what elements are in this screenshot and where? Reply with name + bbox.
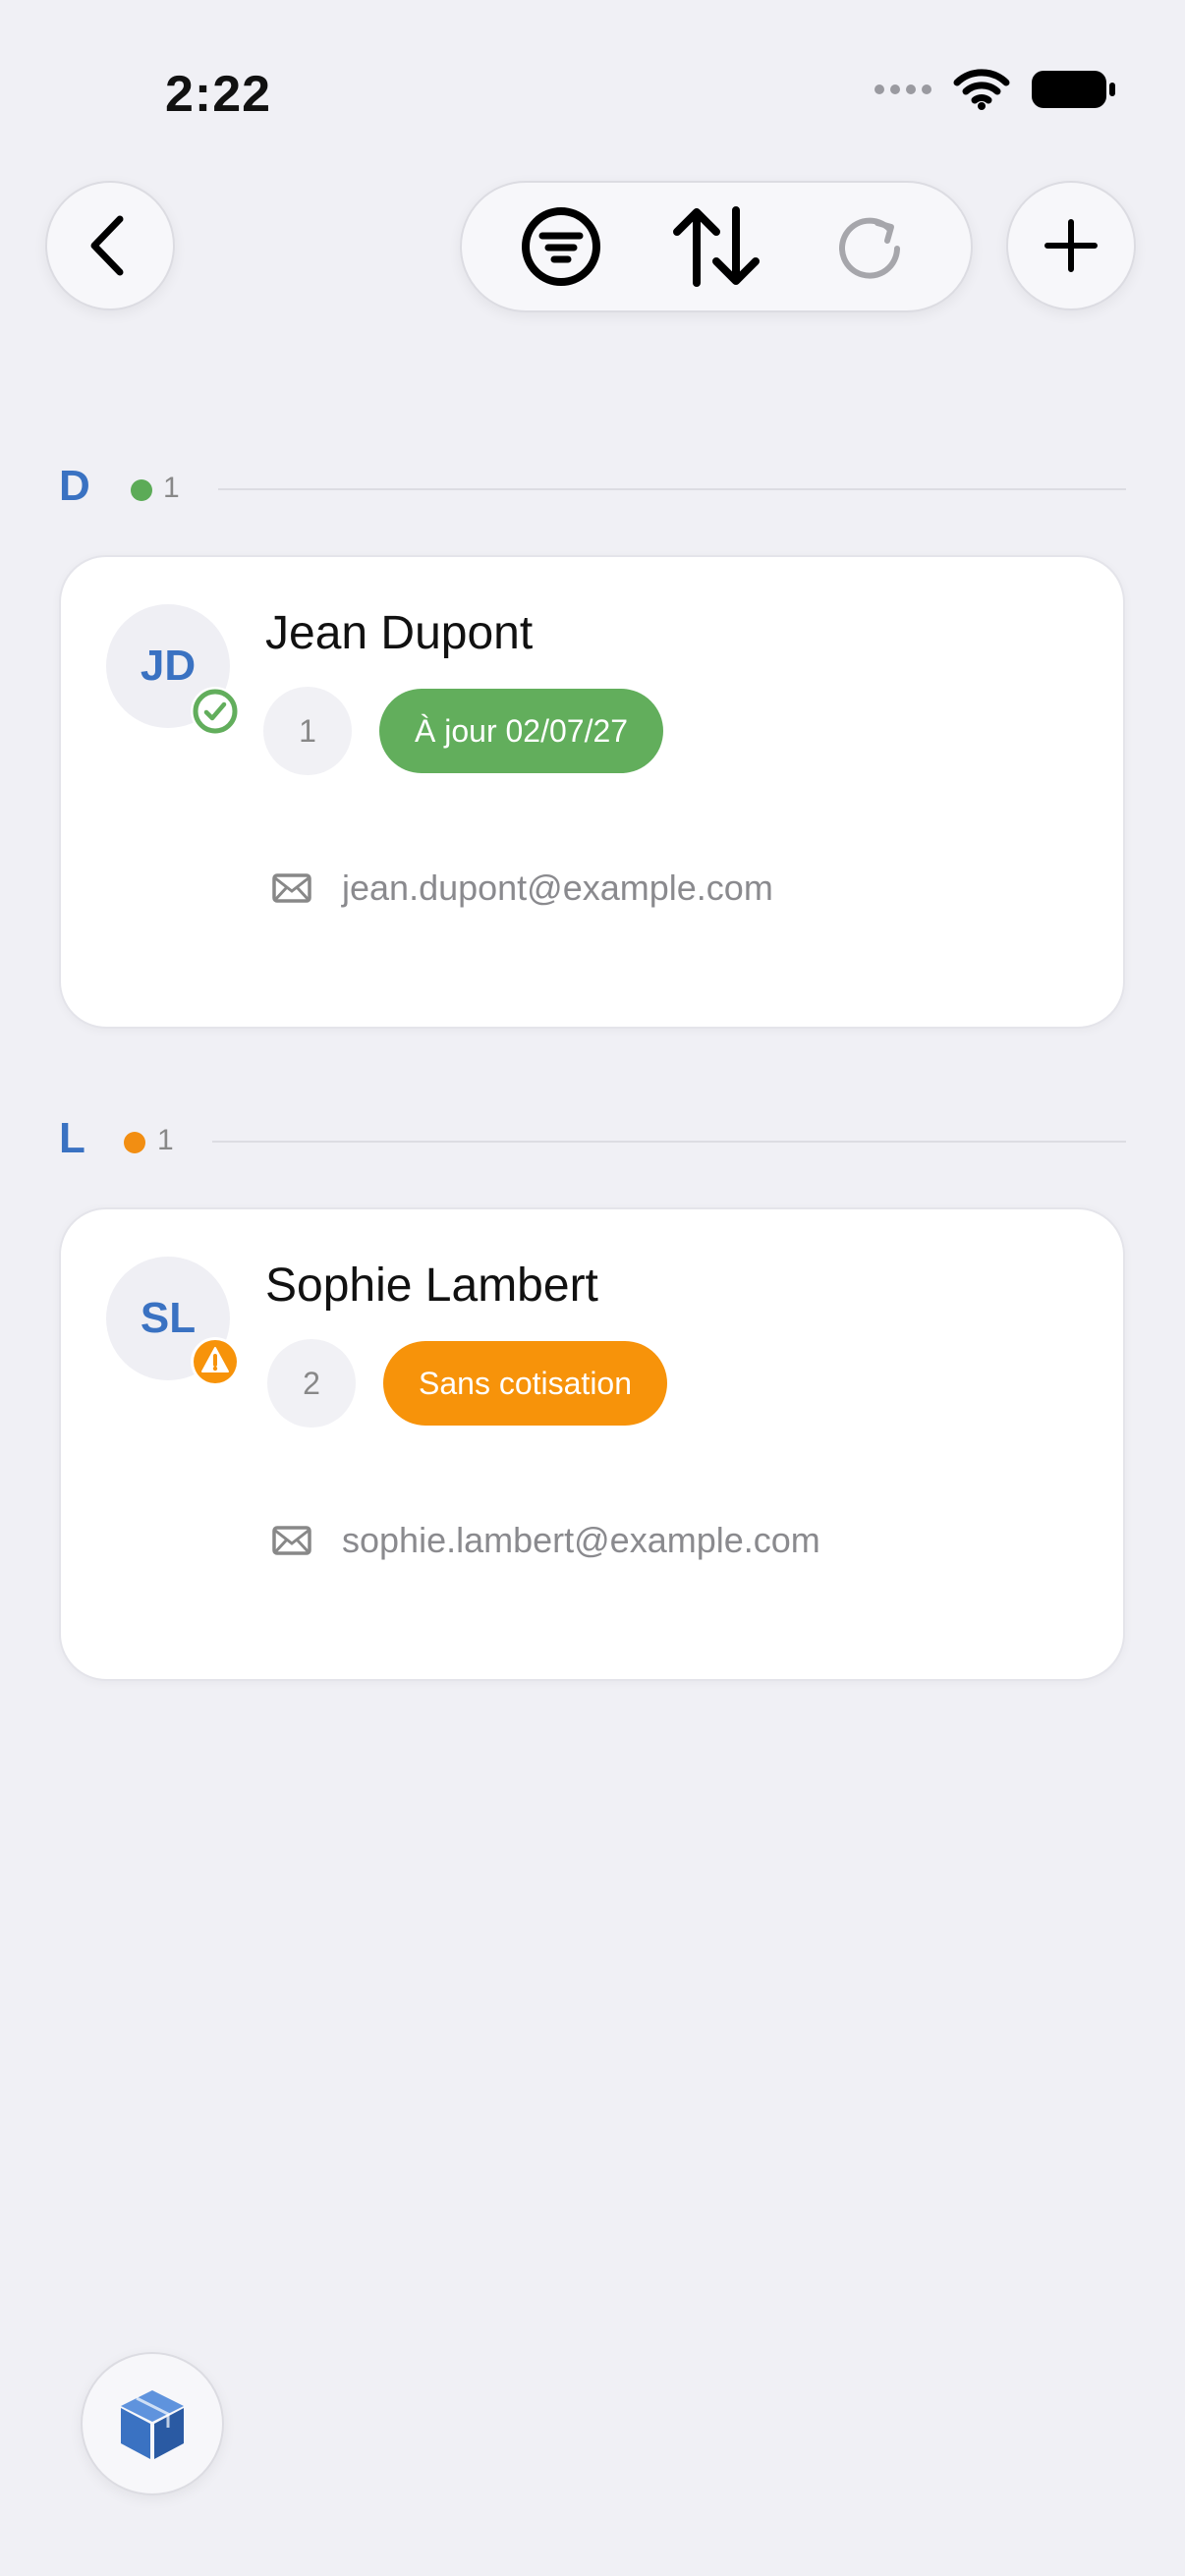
- filter-icon: [522, 207, 600, 286]
- refresh-button[interactable]: [813, 188, 931, 306]
- contact-card-jean-dupont[interactable]: JD Jean Dupont 1 À jour 02/07/27 jean.du…: [59, 555, 1125, 1029]
- section-status-dot: [131, 479, 152, 501]
- back-icon: [90, 215, 124, 276]
- add-button[interactable]: [1006, 181, 1136, 310]
- filter-button[interactable]: [502, 188, 620, 306]
- contact-email: jean.dupont@example.com: [342, 868, 773, 908]
- section-letter: D: [59, 462, 90, 510]
- add-icon: [1044, 219, 1098, 272]
- member-number: 2: [267, 1339, 356, 1428]
- contact-email: sophie.lambert@example.com: [342, 1520, 820, 1560]
- warning-icon: [194, 1340, 237, 1383]
- contact-card-sophie-lambert[interactable]: SL Sophie Lambert 2 Sans cotisation soph…: [59, 1207, 1125, 1681]
- email-row[interactable]: sophie.lambert@example.com: [271, 1520, 820, 1561]
- status-mark: [191, 687, 240, 736]
- section-letter: L: [59, 1114, 85, 1162]
- wifi-icon: [953, 69, 1010, 110]
- status-mark: [191, 1337, 240, 1386]
- member-number: 1: [263, 687, 352, 775]
- toolbar-actions: [460, 181, 973, 312]
- status-time: 2:22: [165, 66, 272, 123]
- section-count: 1: [157, 1124, 174, 1156]
- contact-name: Jean Dupont: [265, 607, 534, 659]
- check-icon: [193, 689, 238, 734]
- membership-badge: À jour 02/07/27: [379, 689, 664, 773]
- mail-icon: [272, 1526, 311, 1555]
- box-icon: [121, 2390, 184, 2459]
- section-status-dot: [124, 1132, 145, 1153]
- status-icons: [875, 69, 1116, 110]
- contact-name: Sophie Lambert: [265, 1260, 598, 1312]
- packages-button[interactable]: [81, 2352, 224, 2495]
- cellular-icon: [875, 84, 931, 94]
- email-row[interactable]: jean.dupont@example.com: [271, 868, 773, 909]
- battery-icon: [1032, 71, 1115, 108]
- section-divider: [212, 1141, 1126, 1143]
- membership-badge: Sans cotisation: [383, 1341, 668, 1426]
- section-divider: [218, 488, 1126, 490]
- section-count: 1: [163, 472, 180, 504]
- back-button[interactable]: [45, 181, 175, 310]
- sort-icon: [673, 206, 760, 287]
- mail-icon: [272, 873, 311, 903]
- refresh-icon: [839, 217, 900, 279]
- sort-button[interactable]: [657, 188, 775, 306]
